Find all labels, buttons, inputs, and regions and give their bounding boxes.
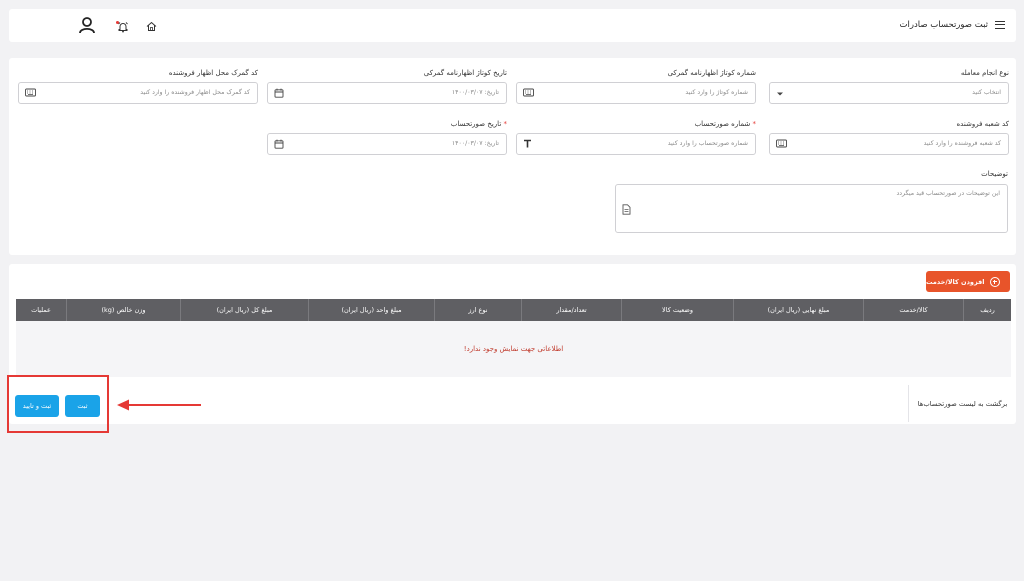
invoice-form-card: نوع انجام معامله انتخاب کنید شماره کوتاژ… (9, 58, 1016, 255)
keyboard-icon (25, 88, 36, 99)
customs-code-placeholder: کد گمرک محل اظهار فروشنده را وارد کنید (140, 89, 250, 96)
column-header: کالا/خدمت (863, 299, 963, 321)
invoice-date-label: تاریخ صورتحساب (450, 120, 502, 128)
top-bar: ثبت صورتحساب صادرات (9, 9, 1016, 42)
description-textarea[interactable]: این توضیحات در صورتحساب قید میگردد (615, 184, 1008, 233)
description-label: توضیحات (981, 170, 1008, 178)
keyboard-icon (523, 88, 534, 99)
column-header: نوع ارز (434, 299, 521, 321)
annotation-arrow-icon (117, 399, 201, 411)
table-body: اطلاعاتی جهت نمایش وجود ندارد! (16, 321, 1011, 377)
document-icon (622, 204, 632, 216)
declaration-date-label: تاریخ کوتاژ اظهارنامه گمرکی (423, 69, 507, 77)
annotation-highlight-box (7, 375, 109, 433)
column-header: مبلغ کل (ریال ایران) (180, 299, 308, 321)
column-header: مبلغ نهایی (ریال ایران) (733, 299, 863, 321)
add-item-label: افزودن کالا/خدمت (926, 277, 985, 286)
column-header: عملیات (31, 306, 51, 314)
branch-code-placeholder: کد شعبه فروشنده را وارد کنید (923, 140, 1001, 147)
plus-circle-icon (989, 276, 1000, 287)
empty-message: اطلاعاتی جهت نمایش وجود ندارد! (463, 345, 564, 353)
user-icon[interactable] (77, 15, 97, 35)
home-icon[interactable] (146, 21, 157, 32)
notification-badge-dot (116, 21, 119, 24)
declaration-date-placeholder: تاریخ: ۱۴۰۰/۰۳/۰۷ (451, 89, 499, 96)
required-mark: * (752, 120, 757, 128)
required-mark: * (503, 120, 508, 128)
invoice-number-label: شماره صورتحساب (694, 120, 751, 128)
invoice-date-input[interactable]: تاریخ: ۱۴۰۰/۰۳/۰۷ (267, 133, 507, 155)
column-header: وضعیت کالا (621, 299, 733, 321)
transaction-type-select[interactable]: انتخاب کنید (769, 82, 1009, 104)
invoice-number-label-wrap: * شماره صورتحساب (516, 120, 756, 128)
transaction-type-label: نوع انجام معامله (960, 69, 1009, 77)
invoice-number-placeholder: شماره صورتحساب را وارد کنید (667, 140, 748, 147)
column-header: ردیف (963, 299, 1011, 321)
page-title: ثبت صورتحساب صادرات (899, 20, 988, 30)
customs-code-label: کد گمرک محل اظهار فروشنده (168, 69, 258, 77)
transaction-type-placeholder: انتخاب کنید (972, 89, 1001, 96)
declaration-number-input[interactable]: شماره کوتاژ را وارد کنید (516, 82, 756, 104)
calendar-icon[interactable] (274, 139, 285, 150)
back-to-list-button[interactable]: برگشت به لیست صورتحساب‌ها (908, 385, 1016, 422)
description-placeholder: این توضیحات در صورتحساب قید میگردد (896, 190, 1000, 197)
text-type-icon (523, 139, 534, 150)
declaration-number-label: شماره کوتاژ اظهارنامه گمرکی (667, 69, 756, 77)
table-header: ردیف کالا/خدمت مبلغ نهایی (ریال ایران) و… (16, 299, 1011, 321)
invoice-date-label-wrap: * تاریخ صورتحساب (267, 120, 507, 128)
customs-code-input[interactable]: کد گمرک محل اظهار فروشنده را وارد کنید (18, 82, 258, 104)
items-table: ردیف کالا/خدمت مبلغ نهایی (ریال ایران) و… (16, 299, 1011, 377)
column-header: وزن خالص (kg) (66, 299, 180, 321)
menu-icon[interactable] (995, 21, 1005, 29)
calendar-icon[interactable] (274, 88, 285, 99)
column-header: تعداد/مقدار (521, 299, 621, 321)
declaration-date-input[interactable]: تاریخ: ۱۴۰۰/۰۳/۰۷ (267, 82, 507, 104)
add-item-button[interactable]: افزودن کالا/خدمت (926, 271, 1010, 292)
invoice-date-placeholder: تاریخ: ۱۴۰۰/۰۳/۰۷ (451, 140, 499, 147)
declaration-number-placeholder: شماره کوتاژ را وارد کنید (685, 89, 748, 96)
keyboard-icon (776, 139, 787, 150)
branch-code-input[interactable]: کد شعبه فروشنده را وارد کنید (769, 133, 1009, 155)
invoice-number-input[interactable]: شماره صورتحساب را وارد کنید (516, 133, 756, 155)
branch-code-label: کد شعبه فروشنده (956, 120, 1009, 128)
column-header: مبلغ واحد (ریال ایران) (308, 299, 434, 321)
chevron-down-icon (776, 88, 787, 99)
